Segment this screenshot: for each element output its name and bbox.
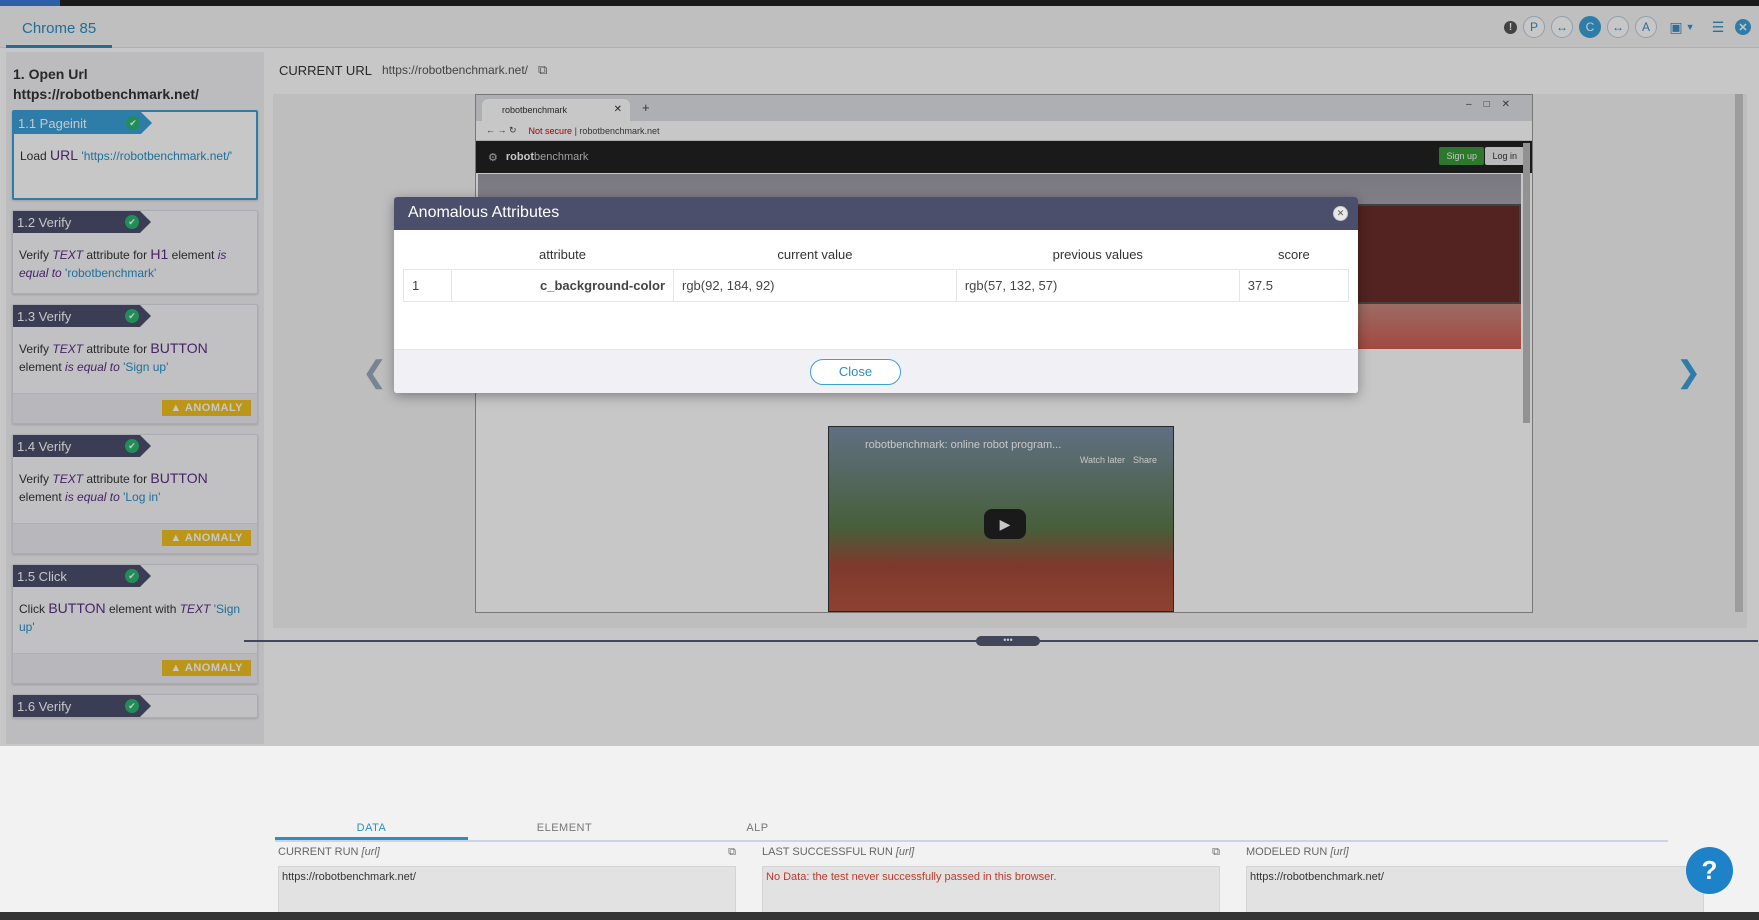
col-score: score xyxy=(1277,247,1310,263)
modal-title: Anomalous Attributes xyxy=(408,204,560,221)
bottom-strip xyxy=(0,912,1759,920)
row-current-value: rgb(92, 184, 92) xyxy=(673,268,957,302)
modal-close-icon[interactable]: ✕ xyxy=(1333,206,1348,221)
close-button[interactable]: Close xyxy=(810,359,901,385)
last-run-column: LAST SUCCESSFUL RUN [url] ⧉ No Data: the … xyxy=(762,846,1220,914)
row-previous-values: rgb(57, 132, 57) xyxy=(955,268,1240,302)
last-run-value: No Data: the test never successfully pas… xyxy=(762,866,1220,914)
current-run-column: CURRENT RUN [url] ⧉ https://robotbenchmar… xyxy=(278,846,736,914)
bottom-tabs: DATA ELEMENT ALP xyxy=(275,820,1668,842)
modal-footer: Close xyxy=(394,349,1358,393)
help-button[interactable]: ? xyxy=(1686,847,1733,894)
modeled-run-column: MODELED RUN [url] https://robotbenchmark… xyxy=(1246,846,1704,914)
last-run-title: LAST SUCCESSFUL RUN [url] ⧉ xyxy=(762,846,1220,859)
tab-element[interactable]: ELEMENT xyxy=(468,820,661,840)
copy-icon[interactable]: ⧉ xyxy=(1212,846,1220,859)
modeled-run-value: https://robotbenchmark.net/ xyxy=(1246,866,1704,914)
row-score: 37.5 xyxy=(1238,268,1350,302)
col-previous-values: previous values xyxy=(1052,247,1143,263)
current-run-title: CURRENT RUN [url] ⧉ xyxy=(278,846,736,859)
current-run-value: https://robotbenchmark.net/ xyxy=(278,866,736,914)
tab-alp[interactable]: ALP xyxy=(661,820,854,840)
row-attribute: c_background-color xyxy=(451,268,674,302)
row-index: 1 xyxy=(403,268,452,302)
copy-icon[interactable]: ⧉ xyxy=(728,846,736,859)
modeled-run-title: MODELED RUN [url] xyxy=(1246,846,1349,858)
tab-data[interactable]: DATA xyxy=(275,820,468,840)
table-row: 1 c_background-color rgb(92, 184, 92) rg… xyxy=(403,268,1350,302)
anomaly-table: attribute current value previous values … xyxy=(403,241,1350,302)
col-current-value: current value xyxy=(777,247,853,263)
table-header-row: attribute current value previous values … xyxy=(404,241,1349,269)
col-attribute: attribute xyxy=(539,247,586,263)
anomalous-attributes-modal: Anomalous Attributes ✕ attribute current… xyxy=(394,197,1358,393)
modal-header: Anomalous Attributes ✕ xyxy=(394,197,1358,230)
